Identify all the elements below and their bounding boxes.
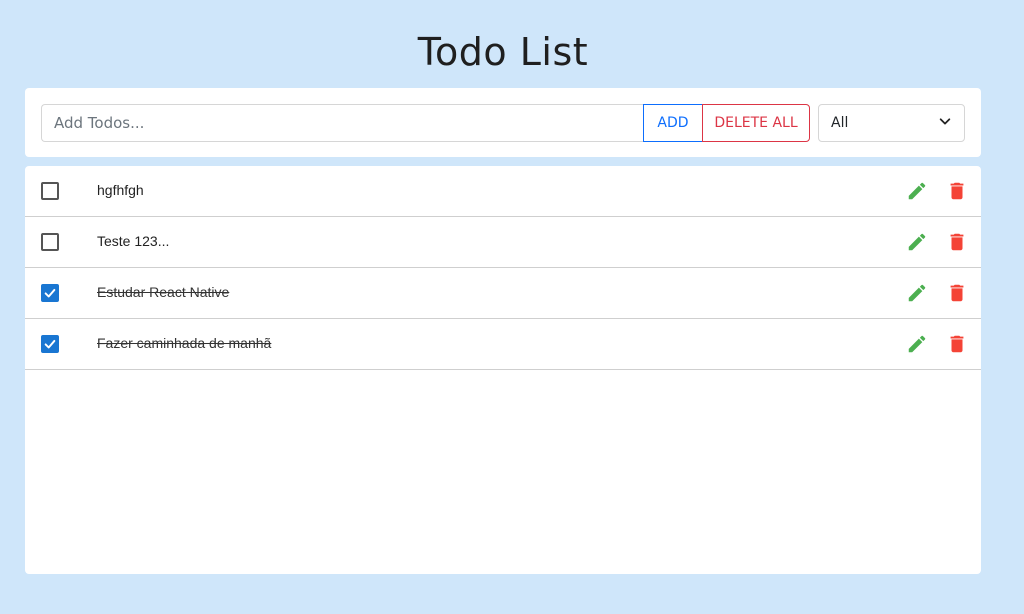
- filter-select[interactable]: All: [818, 104, 965, 142]
- todo-toolbar: ADD DELETE ALL All: [25, 88, 981, 157]
- todo-checkbox[interactable]: [41, 284, 59, 302]
- todo-text: Estudar React Native: [97, 284, 230, 300]
- trash-icon[interactable]: [945, 332, 969, 356]
- todo-checkbox[interactable]: [41, 182, 59, 200]
- todo-text: hgfhfgh: [97, 182, 144, 198]
- trash-icon[interactable]: [945, 281, 969, 305]
- todo-item: Teste 123...: [25, 217, 981, 268]
- todo-list: hgfhfgh Teste 123... Estudar React Native F…: [25, 166, 981, 574]
- delete-all-button[interactable]: DELETE ALL: [702, 104, 810, 142]
- todo-item: Fazer caminhada de manhã: [25, 319, 981, 370]
- check-icon: [44, 288, 56, 298]
- todo-text: Teste 123...: [97, 233, 170, 249]
- todo-item: Estudar React Native: [25, 268, 981, 319]
- pencil-icon[interactable]: [905, 230, 929, 254]
- pencil-icon[interactable]: [905, 281, 929, 305]
- trash-icon[interactable]: [945, 230, 969, 254]
- pencil-icon[interactable]: [905, 332, 929, 356]
- todo-item: hgfhfgh: [25, 166, 981, 217]
- add-button[interactable]: ADD: [643, 104, 703, 142]
- filter-selected-value: All: [831, 115, 849, 131]
- check-icon: [44, 339, 56, 349]
- pencil-icon[interactable]: [905, 179, 929, 203]
- chevron-down-icon: [938, 114, 952, 132]
- todo-checkbox[interactable]: [41, 335, 59, 353]
- todo-checkbox[interactable]: [41, 233, 59, 251]
- add-todo-input[interactable]: [41, 104, 644, 142]
- todo-text: Fazer caminhada de manhã: [97, 335, 272, 351]
- page-title: Todo List: [417, 30, 589, 74]
- trash-icon[interactable]: [945, 179, 969, 203]
